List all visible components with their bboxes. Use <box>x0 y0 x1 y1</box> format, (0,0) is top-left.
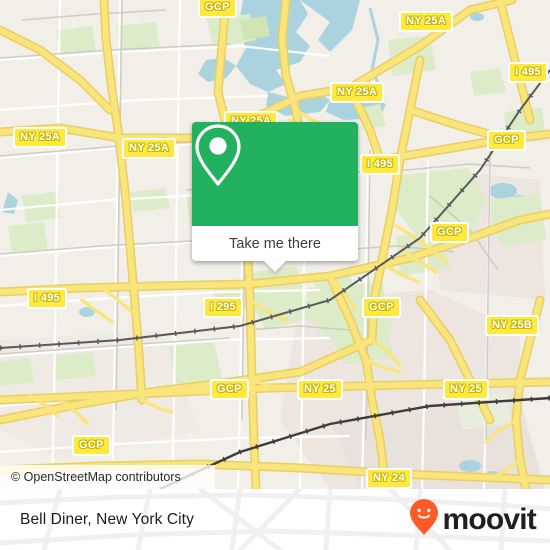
road-shield: NY 25A <box>399 11 454 32</box>
map-attribution: © OpenStreetMap contributors <box>0 465 215 489</box>
road-shield: I 495 <box>360 154 400 175</box>
take-me-there-button[interactable]: Take me there <box>192 226 358 261</box>
place-name-label: Bell Diner, New York City <box>20 489 194 550</box>
place-name-text: Bell Diner, New York City <box>20 510 194 528</box>
road-shield: NY 25A <box>122 138 177 159</box>
callout-pointer-tail <box>264 261 286 272</box>
take-me-there-label: Take me there <box>229 235 321 252</box>
road-shield: I 495 <box>27 288 67 309</box>
road-shield: GCP <box>210 379 249 400</box>
moovit-pin-icon <box>409 498 439 541</box>
road-shield: NY 25B <box>485 315 540 336</box>
road-shield: NY 24 <box>366 468 412 489</box>
callout-body <box>192 122 358 226</box>
moovit-wordmark: moovit <box>442 502 536 536</box>
road-shield: NY 25A <box>13 127 68 148</box>
map-canvas[interactable]: GCP NY 25A NY 25A I 495 NY 25A NY 25A NY 25A GC… <box>0 0 550 489</box>
road-shield: GCP <box>487 130 526 151</box>
road-shield: GCP <box>72 435 111 456</box>
moovit-map-screenshot: GCP NY 25A NY 25A I 495 NY 25A NY 25A NY 25A GC… <box>0 0 550 550</box>
road-shield: GCP <box>430 222 469 243</box>
attribution-text: © OpenStreetMap contributors <box>11 470 181 484</box>
road-shield: NY 25 <box>443 379 489 400</box>
moovit-logo: moovit <box>409 489 537 550</box>
road-shield: GCP <box>362 297 401 318</box>
bottom-info-bar: Bell Diner, New York City moovit <box>0 489 550 550</box>
road-shield: NY 25A <box>330 82 385 103</box>
road-shield: I 495 <box>508 62 548 83</box>
road-shield: NY 25 <box>297 379 343 400</box>
road-shield: I 295 <box>203 297 243 318</box>
road-shield: GCP <box>198 0 237 18</box>
location-callout-card[interactable]: Take me there <box>192 122 358 272</box>
